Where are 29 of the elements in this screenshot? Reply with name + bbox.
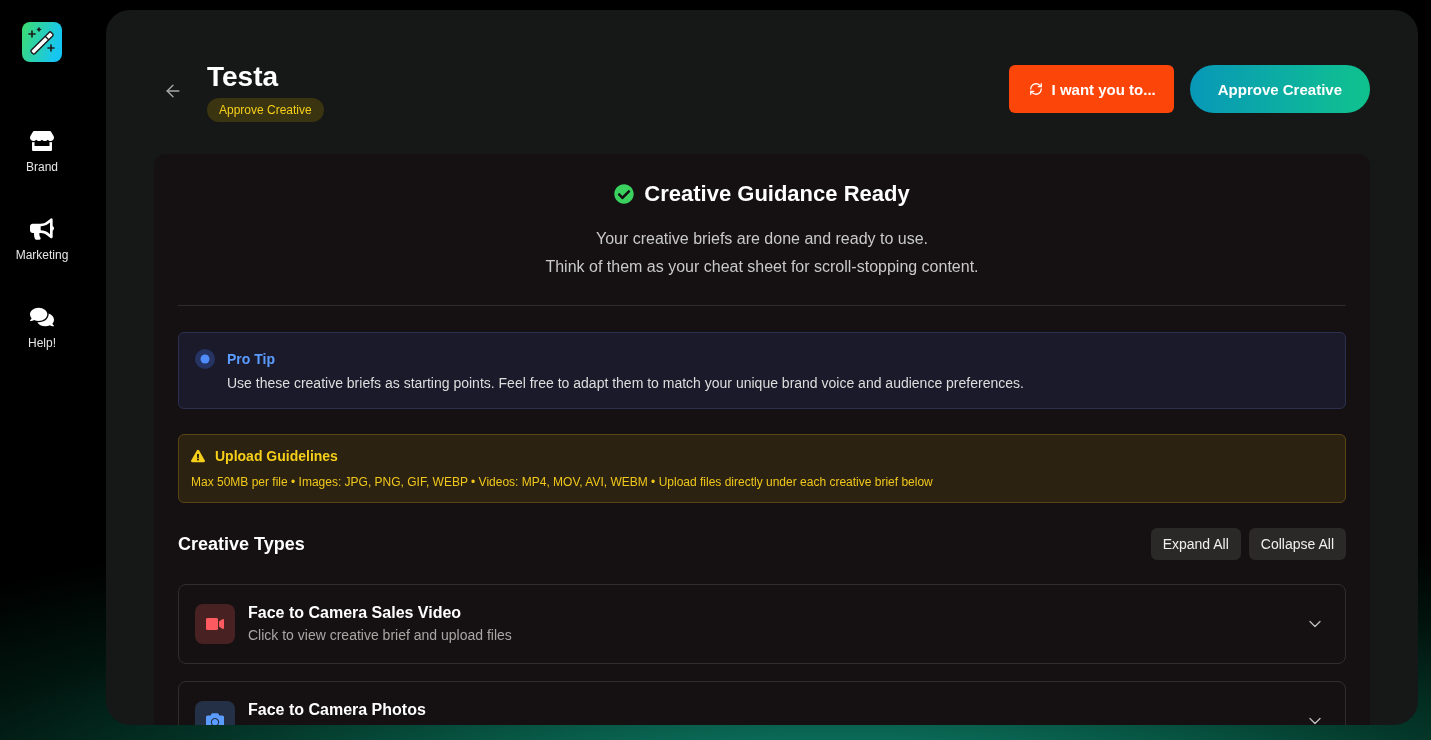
expand-all-button[interactable]: Expand All <box>1150 528 1241 560</box>
sidebar-item[interactable]: Help! <box>28 305 56 350</box>
item-title: Face to Camera Sales Video <box>248 603 463 623</box>
accordion-item[interactable]: Face to Camera Sales Video Click to view creative brief and upload files <box>178 584 1346 664</box>
accordion-item[interactable]: Face to Camera Photos <box>178 681 1346 725</box>
guidance-title: Creative Guidance Ready <box>644 180 910 208</box>
status-badge: Approve Creative <box>207 98 324 122</box>
store-icon <box>30 129 54 153</box>
item-title: Face to Camera Photos <box>248 700 427 720</box>
sidebar-item[interactable]: Marketing <box>15 217 69 262</box>
video-camera-icon <box>195 604 235 644</box>
notice-title: Pro Tip <box>227 350 275 369</box>
guidance-text: Think of them as your cheat sheet for scroll-stopping content. <box>545 257 979 277</box>
notice-title: Upload Guidelines <box>215 447 338 466</box>
section-title: Creative Types <box>178 533 305 556</box>
notice-text: Max 50MB per file • Images: JPG, PNG, GIF, WEBP • Videos: MP4, MOV, AVI, WEBM • Upload files directly under each creative brief below <box>191 474 933 491</box>
refresh-icon <box>1028 82 1043 96</box>
notice-text: Use these creative briefs as starting points. Feel free to adapt them to match your unique brand voice and audience preferences. <box>227 374 1024 393</box>
dot-icon <box>195 349 215 369</box>
megaphone-icon <box>30 217 54 241</box>
page-title: Testa <box>207 60 279 94</box>
revise-button[interactable]: I want you to... <box>1008 65 1174 113</box>
chat-bubbles-icon <box>30 305 54 329</box>
sidebar-item[interactable]: Brand <box>26 129 58 174</box>
warning-icon <box>191 449 205 463</box>
item-subtitle: Click to view creative brief and upload files <box>248 626 513 645</box>
magic-wand-logo-icon[interactable] <box>22 22 62 62</box>
guidance-text: Your creative briefs are done and ready to use. <box>595 229 929 249</box>
collapse-all-button[interactable]: Collapse All <box>1248 528 1346 560</box>
